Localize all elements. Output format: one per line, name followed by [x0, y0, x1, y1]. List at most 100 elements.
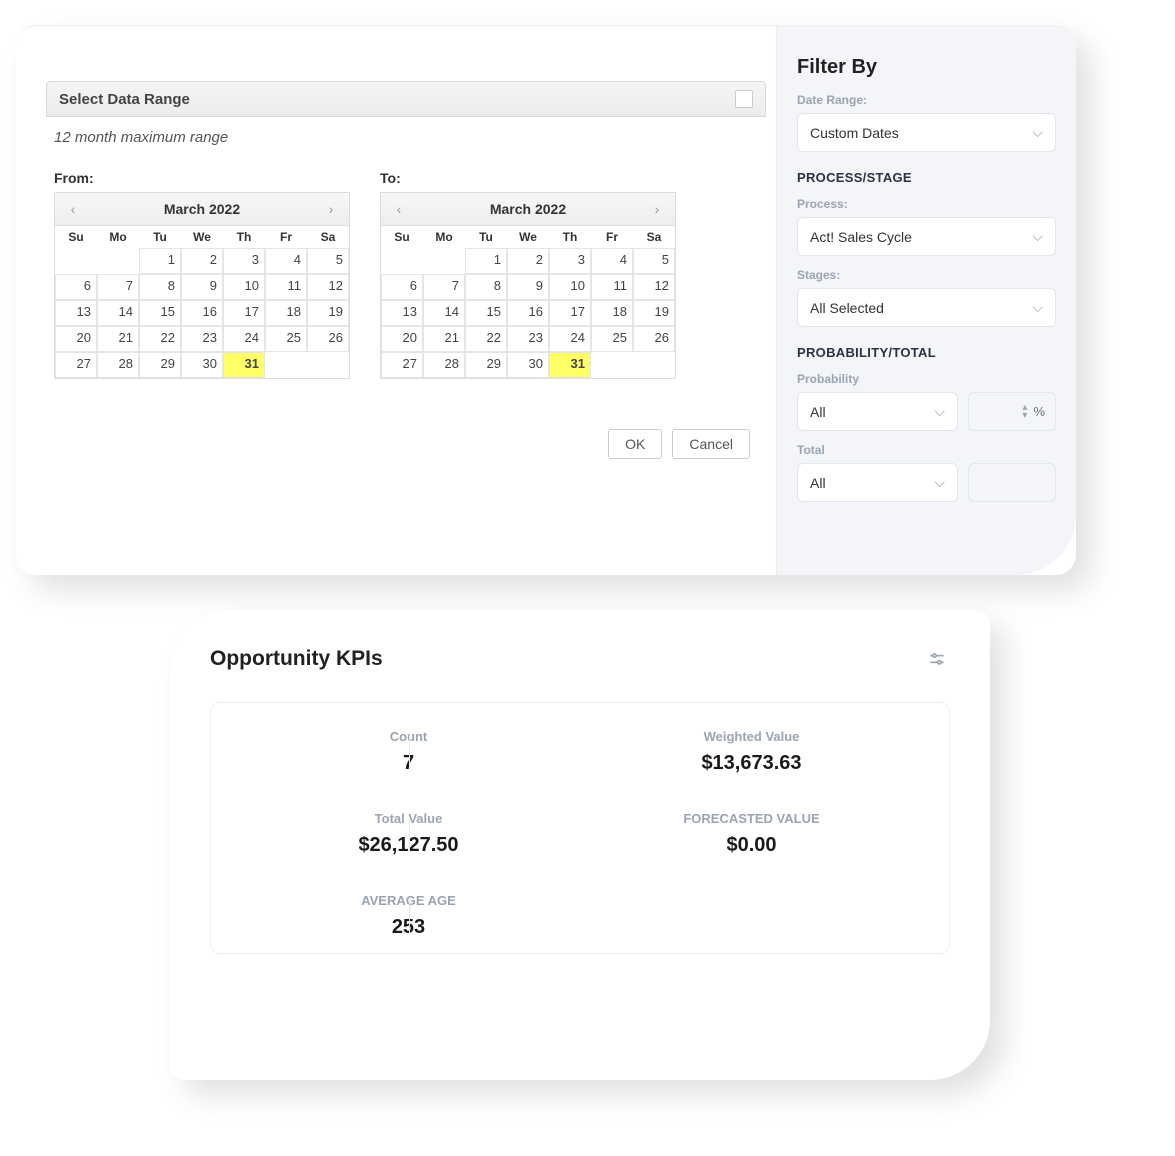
calendar-day[interactable]: 9	[507, 274, 549, 300]
total-label: Total	[797, 443, 1056, 457]
calendar-day[interactable]: 11	[591, 274, 633, 300]
calendar-dow: Mo	[97, 226, 139, 248]
calendar-day[interactable]: 8	[139, 274, 181, 300]
calendar-day[interactable]: 7	[97, 274, 139, 300]
calendar-day[interactable]: 27	[55, 352, 97, 378]
from-calendar-header: ‹ March 2022 ›	[55, 193, 349, 226]
chevron-right-icon[interactable]: ›	[645, 197, 669, 221]
calendar-day[interactable]: 17	[223, 300, 265, 326]
calendar-day[interactable]: 24	[223, 326, 265, 352]
calendar-day[interactable]: 3	[223, 248, 265, 274]
kpi-cell	[580, 893, 923, 939]
calendar-dow: We	[181, 226, 223, 248]
total-input[interactable]	[968, 463, 1056, 502]
calendar-day[interactable]: 24	[549, 326, 591, 352]
calendar-day[interactable]: 3	[549, 248, 591, 274]
calendar-day[interactable]: 18	[591, 300, 633, 326]
calendar-day[interactable]: 22	[465, 326, 507, 352]
calendar-day[interactable]: 9	[181, 274, 223, 300]
modal-subtitle: 12 month maximum range	[46, 117, 766, 146]
chevron-left-icon[interactable]: ‹	[61, 197, 85, 221]
calendar-day[interactable]: 8	[465, 274, 507, 300]
calendar-day[interactable]: 26	[633, 326, 675, 352]
calendar-day[interactable]: 29	[139, 352, 181, 378]
calendar-day[interactable]: 17	[549, 300, 591, 326]
calendar-day[interactable]: 14	[97, 300, 139, 326]
stepper-icon: ▴▾	[1022, 404, 1027, 420]
calendar-day[interactable]: 20	[381, 326, 423, 352]
calendar-day[interactable]: 23	[507, 326, 549, 352]
probability-label: Probability	[797, 372, 1056, 386]
from-calendar-grid: 1234567891011121314151617181920212223242…	[55, 248, 349, 378]
calendar-day[interactable]: 27	[381, 352, 423, 378]
calendar-day[interactable]: 5	[307, 248, 349, 274]
calendar-day[interactable]: 15	[139, 300, 181, 326]
calendar-day[interactable]: 14	[423, 300, 465, 326]
calendar-day[interactable]: 19	[633, 300, 675, 326]
calendar-day[interactable]: 16	[181, 300, 223, 326]
calendar-day[interactable]: 22	[139, 326, 181, 352]
calendar-day[interactable]: 13	[381, 300, 423, 326]
date-range-label: Date Range:	[797, 93, 1056, 107]
calendar-day[interactable]: 1	[465, 248, 507, 274]
to-dow-row: SuMoTuWeThFrSa	[381, 226, 675, 248]
calendar-day[interactable]: 1	[139, 248, 181, 274]
kpi-value: $13,673.63	[596, 752, 907, 775]
to-calendar-header: ‹ March 2022 ›	[381, 193, 675, 226]
calendar-day[interactable]: 21	[97, 326, 139, 352]
calendar-day[interactable]: 21	[423, 326, 465, 352]
close-icon[interactable]	[735, 90, 753, 108]
calendar-day[interactable]: 25	[591, 326, 633, 352]
calendar-day[interactable]: 18	[265, 300, 307, 326]
total-select[interactable]: All ⌵	[797, 463, 958, 502]
settings-icon[interactable]	[924, 646, 950, 672]
calendar-day[interactable]: 29	[465, 352, 507, 378]
calendar-day[interactable]: 30	[181, 352, 223, 378]
process-value: Act! Sales Cycle	[810, 229, 912, 245]
calendar-day[interactable]: 20	[55, 326, 97, 352]
calendar-day[interactable]: 23	[181, 326, 223, 352]
stages-label: Stages:	[797, 268, 1056, 282]
calendar-day[interactable]: 28	[97, 352, 139, 378]
calendar-day[interactable]: 16	[507, 300, 549, 326]
calendar-day[interactable]: 15	[465, 300, 507, 326]
calendar-day[interactable]: 12	[307, 274, 349, 300]
calendar-day[interactable]: 28	[423, 352, 465, 378]
chevron-down-icon: ⌵	[1032, 124, 1043, 141]
date-range-select[interactable]: Custom Dates ⌵	[797, 113, 1056, 152]
calendar-day[interactable]: 19	[307, 300, 349, 326]
probability-value: All	[810, 404, 826, 420]
cancel-button[interactable]: Cancel	[672, 429, 750, 459]
calendar-day[interactable]: 11	[265, 274, 307, 300]
stages-select[interactable]: All Selected ⌵	[797, 288, 1056, 327]
calendar-day[interactable]: 30	[507, 352, 549, 378]
process-stage-section-label: PROCESS/STAGE	[797, 170, 1056, 185]
calendar-day[interactable]: 7	[423, 274, 465, 300]
calendar-day[interactable]: 4	[265, 248, 307, 274]
calendar-day[interactable]: 6	[55, 274, 97, 300]
probability-percent-stepper[interactable]: ▴▾ %	[968, 392, 1056, 431]
chevron-left-icon[interactable]: ‹	[387, 197, 411, 221]
calendar-day[interactable]: 31	[223, 352, 265, 378]
calendar-day[interactable]: 5	[633, 248, 675, 274]
ok-button[interactable]: OK	[608, 429, 662, 459]
opportunity-kpi-card: Opportunity KPIs Count7Weighted Value$13…	[170, 610, 990, 1080]
probability-select[interactable]: All ⌵	[797, 392, 958, 431]
calendar-day[interactable]: 2	[507, 248, 549, 274]
calendar-day[interactable]: 25	[265, 326, 307, 352]
calendar-day[interactable]: 26	[307, 326, 349, 352]
process-select[interactable]: Act! Sales Cycle ⌵	[797, 217, 1056, 256]
calendar-day[interactable]: 13	[55, 300, 97, 326]
calendar-day[interactable]: 4	[591, 248, 633, 274]
calendar-day[interactable]: 2	[181, 248, 223, 274]
calendar-day[interactable]: 31	[549, 352, 591, 378]
calendar-day[interactable]: 10	[549, 274, 591, 300]
calendar-day[interactable]: 10	[223, 274, 265, 300]
chevron-right-icon[interactable]: ›	[319, 197, 343, 221]
calendar-day[interactable]: 12	[633, 274, 675, 300]
filter-title: Filter By	[797, 56, 1056, 79]
kpi-label: Weighted Value	[596, 729, 907, 744]
kpi-label: FORECASTED VALUE	[596, 811, 907, 826]
kpi-divider	[409, 899, 410, 933]
calendar-day[interactable]: 6	[381, 274, 423, 300]
